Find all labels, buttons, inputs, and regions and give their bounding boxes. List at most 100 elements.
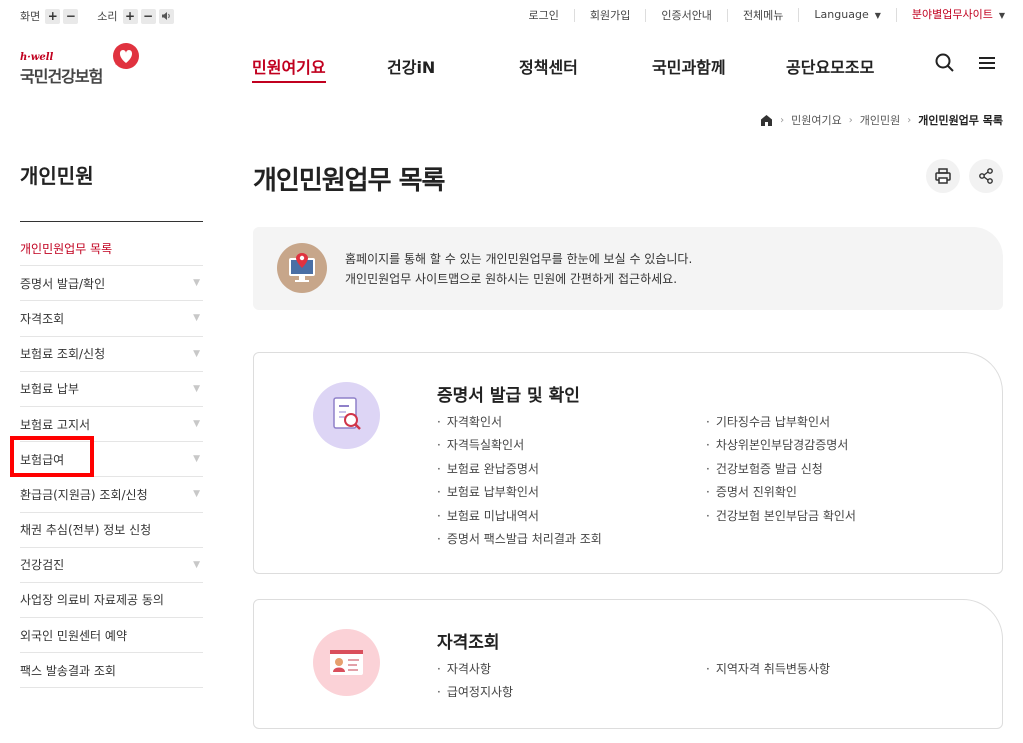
print-button[interactable]	[926, 159, 960, 193]
card-link[interactable]: 보험료 미납내역서	[437, 507, 602, 530]
sound-label: 소리	[97, 10, 118, 23]
language-selector[interactable]: Language ▼	[798, 8, 895, 22]
main-navigation: 민원여기요 건강iN 정책센터 국민과함께 공단요모조모	[0, 54, 1023, 83]
card-left-list: 자격확인서 자격득실확인서 보험료 완납증명서 보험료 납부확인서 보험료 미납…	[437, 413, 602, 553]
language-label: Language	[814, 8, 869, 21]
card-left-list: 자격사항 급여정지사항	[437, 660, 513, 707]
triangle-down-icon: ▼	[193, 278, 200, 289]
info-text-line2: 개인민원업무 사이트맵으로 원하시는 민원에 간편하게 접근하세요.	[345, 272, 678, 286]
sidebar-item-qualification[interactable]: 자격조회 ▼	[20, 301, 203, 337]
page-title: 개인민원업무 목록	[253, 166, 445, 196]
volume-down-button[interactable]: −	[140, 8, 156, 24]
accessibility-controls: 화면 + − 소리 + −	[20, 8, 177, 24]
field-site-selector[interactable]: 분야별업무사이트 ▼	[895, 8, 1005, 22]
field-site-label: 분야별업무사이트	[911, 8, 993, 21]
triangle-down-icon: ▼	[193, 383, 200, 394]
caret-down-icon: ▼	[874, 11, 881, 20]
volume-up-button[interactable]: +	[122, 8, 138, 24]
nav-health-in[interactable]: 건강iN	[387, 54, 435, 78]
card-link[interactable]: 보험료 완납증명서	[437, 460, 602, 483]
nav-civil-service[interactable]: 민원여기요	[252, 54, 326, 83]
highlight-box	[10, 436, 94, 477]
sidebar-item-label: 보험료 납부	[20, 382, 80, 397]
card-link[interactable]: 증명서 팩스발급 처리결과 조회	[437, 530, 602, 553]
triangle-down-icon: ▼	[193, 313, 200, 324]
card-link[interactable]: 보험료 납부확인서	[437, 483, 602, 506]
sidebar-item-label: 자격조회	[20, 311, 65, 326]
login-link[interactable]: 로그인	[513, 9, 573, 22]
sidebar-item-label: 증명서 발급/확인	[20, 276, 106, 291]
sidebar-item-label: 보험료 조회/신청	[20, 347, 106, 362]
caret-down-icon: ▼	[998, 11, 1005, 20]
sidebar-divider	[20, 221, 203, 222]
home-icon[interactable]	[760, 114, 773, 127]
hamburger-menu-icon[interactable]	[976, 52, 998, 74]
sidebar-item-label: 건강검진	[20, 558, 65, 573]
sidebar-item-label: 채권 추심(전부) 정보 신청	[20, 523, 152, 538]
chevron-right-icon: ›	[907, 114, 912, 126]
sidebar-item-label: 팩스 발송결과 조회	[20, 663, 116, 678]
nav-with-public[interactable]: 국민과함께	[652, 54, 726, 78]
card-link[interactable]: 건강보험 본인부담금 확인서	[706, 507, 856, 530]
card-link[interactable]: 지역자격 취득변동사항	[706, 660, 830, 683]
utility-links: 로그인 회원가입 인증서안내 전체메뉴 Language ▼ 분야별업무사이트 ▼	[513, 8, 1005, 22]
nav-policy-center[interactable]: 정책센터	[519, 54, 578, 78]
screen-zoom-in-button[interactable]: +	[45, 8, 61, 24]
sidebar-item-fax-result[interactable]: 팩스 발송결과 조회	[20, 653, 203, 689]
all-menu-link[interactable]: 전체메뉴	[726, 8, 798, 22]
search-icon[interactable]	[934, 52, 956, 74]
card-link[interactable]: 건강보험증 발급 신청	[706, 460, 856, 483]
printer-icon	[935, 168, 951, 184]
breadcrumb: › 민원여기요 › 개인민원 › 개인민원업무 목록	[760, 112, 1003, 128]
sidebar-item-premium-payment[interactable]: 보험료 납부 ▼	[20, 372, 203, 407]
sidebar-item-label: 사업장 의료비 자료제공 동의	[20, 593, 164, 608]
card-right-list: 지역자격 취득변동사항	[706, 660, 830, 683]
triangle-down-icon: ▼	[193, 419, 200, 430]
screen-size-label: 화면	[20, 10, 41, 23]
sidebar-item-medical-consent[interactable]: 사업장 의료비 자료제공 동의	[20, 583, 203, 619]
id-card-icon	[313, 629, 380, 696]
card-link[interactable]: 자격확인서	[437, 413, 602, 436]
utility-bar: 화면 + − 소리 + − 로그인 회원가입 인증서안내 전체메뉴 Langua…	[0, 0, 1023, 32]
document-search-icon	[313, 382, 380, 449]
sidebar-item-certificate[interactable]: 증명서 발급/확인 ▼	[20, 266, 203, 302]
screen-zoom-out-button[interactable]: −	[63, 8, 79, 24]
card-title: 증명서 발급 및 확인	[437, 386, 580, 406]
info-banner: 홈페이지를 통해 할 수 있는 개인민원업무를 한눈에 보실 수 있습니다. 개…	[253, 227, 1003, 310]
breadcrumb-current: 개인민원업무 목록	[918, 114, 1003, 127]
breadcrumb-item[interactable]: 개인민원	[860, 112, 900, 128]
monitor-pin-icon	[277, 243, 327, 293]
chevron-right-icon: ›	[848, 114, 853, 126]
sidebar-item-foreigner-reservation[interactable]: 외국인 민원센터 예약	[20, 618, 203, 654]
card-link[interactable]: 급여정지사항	[437, 683, 513, 706]
triangle-down-icon: ▼	[193, 489, 200, 500]
card-link[interactable]: 자격사항	[437, 660, 513, 683]
card-link[interactable]: 기타징수금 납부확인서	[706, 413, 856, 436]
signup-link[interactable]: 회원가입	[573, 8, 645, 22]
sidebar-item-list[interactable]: 개인민원업무 목록	[20, 231, 203, 267]
nav-corporation-info[interactable]: 공단요모조모	[786, 54, 874, 78]
card-title: 자격조회	[437, 633, 500, 653]
sidebar-item-label: 환급금(지원금) 조회/신청	[20, 487, 148, 502]
card-certificate: 증명서 발급 및 확인 자격확인서 자격득실확인서 보험료 완납증명서 보험료 …	[253, 352, 1003, 574]
sidebar-item-label: 보험료 고지서	[20, 417, 91, 432]
sidebar-item-health-checkup[interactable]: 건강검진 ▼	[20, 548, 203, 583]
card-link[interactable]: 자격득실확인서	[437, 436, 602, 459]
breadcrumb-item[interactable]: 민원여기요	[791, 112, 842, 128]
sidebar-item-bond-collection[interactable]: 채권 추심(전부) 정보 신청	[20, 513, 203, 548]
sidebar-item-refund[interactable]: 환급금(지원금) 조회/신청 ▼	[20, 477, 203, 513]
sidebar-title: 개인민원	[20, 164, 94, 188]
card-link[interactable]: 증명서 진위확인	[706, 483, 856, 506]
card-qualification: 자격조회 자격사항 급여정지사항 지역자격 취득변동사항	[253, 599, 1003, 729]
chevron-right-icon: ›	[780, 114, 785, 126]
sidebar-item-label: 외국인 민원센터 예약	[20, 628, 127, 643]
sidebar-item-premium-inquiry[interactable]: 보험료 조회/신청 ▼	[20, 337, 203, 372]
sidebar-item-label: 개인민원업무 목록	[20, 241, 113, 256]
triangle-down-icon: ▼	[193, 348, 200, 359]
certificate-guide-link[interactable]: 인증서안내	[645, 8, 727, 22]
triangle-down-icon: ▼	[193, 559, 200, 570]
speaker-icon[interactable]	[158, 8, 174, 24]
card-link[interactable]: 차상위본인부담경감증명서	[706, 436, 856, 459]
share-button[interactable]	[969, 159, 1003, 193]
card-right-list: 기타징수금 납부확인서 차상위본인부담경감증명서 건강보험증 발급 신청 증명서…	[706, 413, 856, 530]
